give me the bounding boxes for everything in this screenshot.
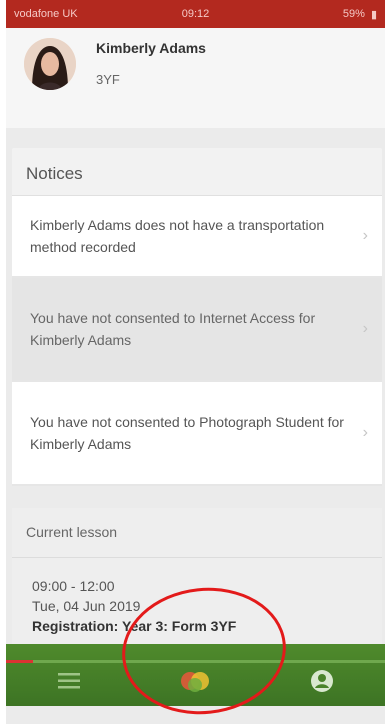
battery-icon: ▮ [370, 8, 377, 21]
carrier-label: vodafone UK [14, 8, 78, 20]
battery-label: 59% [342, 8, 365, 20]
menu-icon [58, 673, 81, 689]
status-icons: 59% ▮ [343, 8, 377, 21]
chevron-right-icon: › [362, 320, 368, 337]
current-lesson-label: Current lesson [12, 508, 382, 558]
status-bar: vodafone UK 09:12 59% ▮ [6, 0, 385, 28]
chevron-right-icon: › [362, 227, 368, 244]
notices-card: Notices Kimberly Adams does not have a t… [12, 148, 382, 486]
notice-photograph[interactable]: You have not consented to Photograph Stu… [12, 382, 382, 486]
profile-icon [310, 670, 333, 692]
student-info: Kimberly Adams 3YF [96, 40, 206, 128]
notice-text: Kimberly Adams does not have a transport… [30, 217, 325, 255]
tab-menu[interactable] [39, 661, 99, 701]
student-form: 3YF [96, 72, 120, 87]
notice-text: You have not consented to Photograph Stu… [30, 414, 344, 452]
progress-fill [6, 660, 33, 663]
student-name: Kimberly Adams [96, 40, 206, 56]
avatar [24, 38, 76, 90]
notice-text: You have not consented to Internet Acces… [30, 310, 316, 348]
notice-transport[interactable]: Kimberly Adams does not have a transport… [12, 196, 382, 278]
tab-profile[interactable] [292, 661, 352, 701]
notices-title: Notices [12, 148, 382, 196]
notice-internet-access[interactable]: You have not consented to Internet Acces… [12, 278, 382, 382]
student-header[interactable]: Kimberly Adams 3YF [6, 28, 385, 128]
chevron-right-icon: › [362, 424, 368, 441]
